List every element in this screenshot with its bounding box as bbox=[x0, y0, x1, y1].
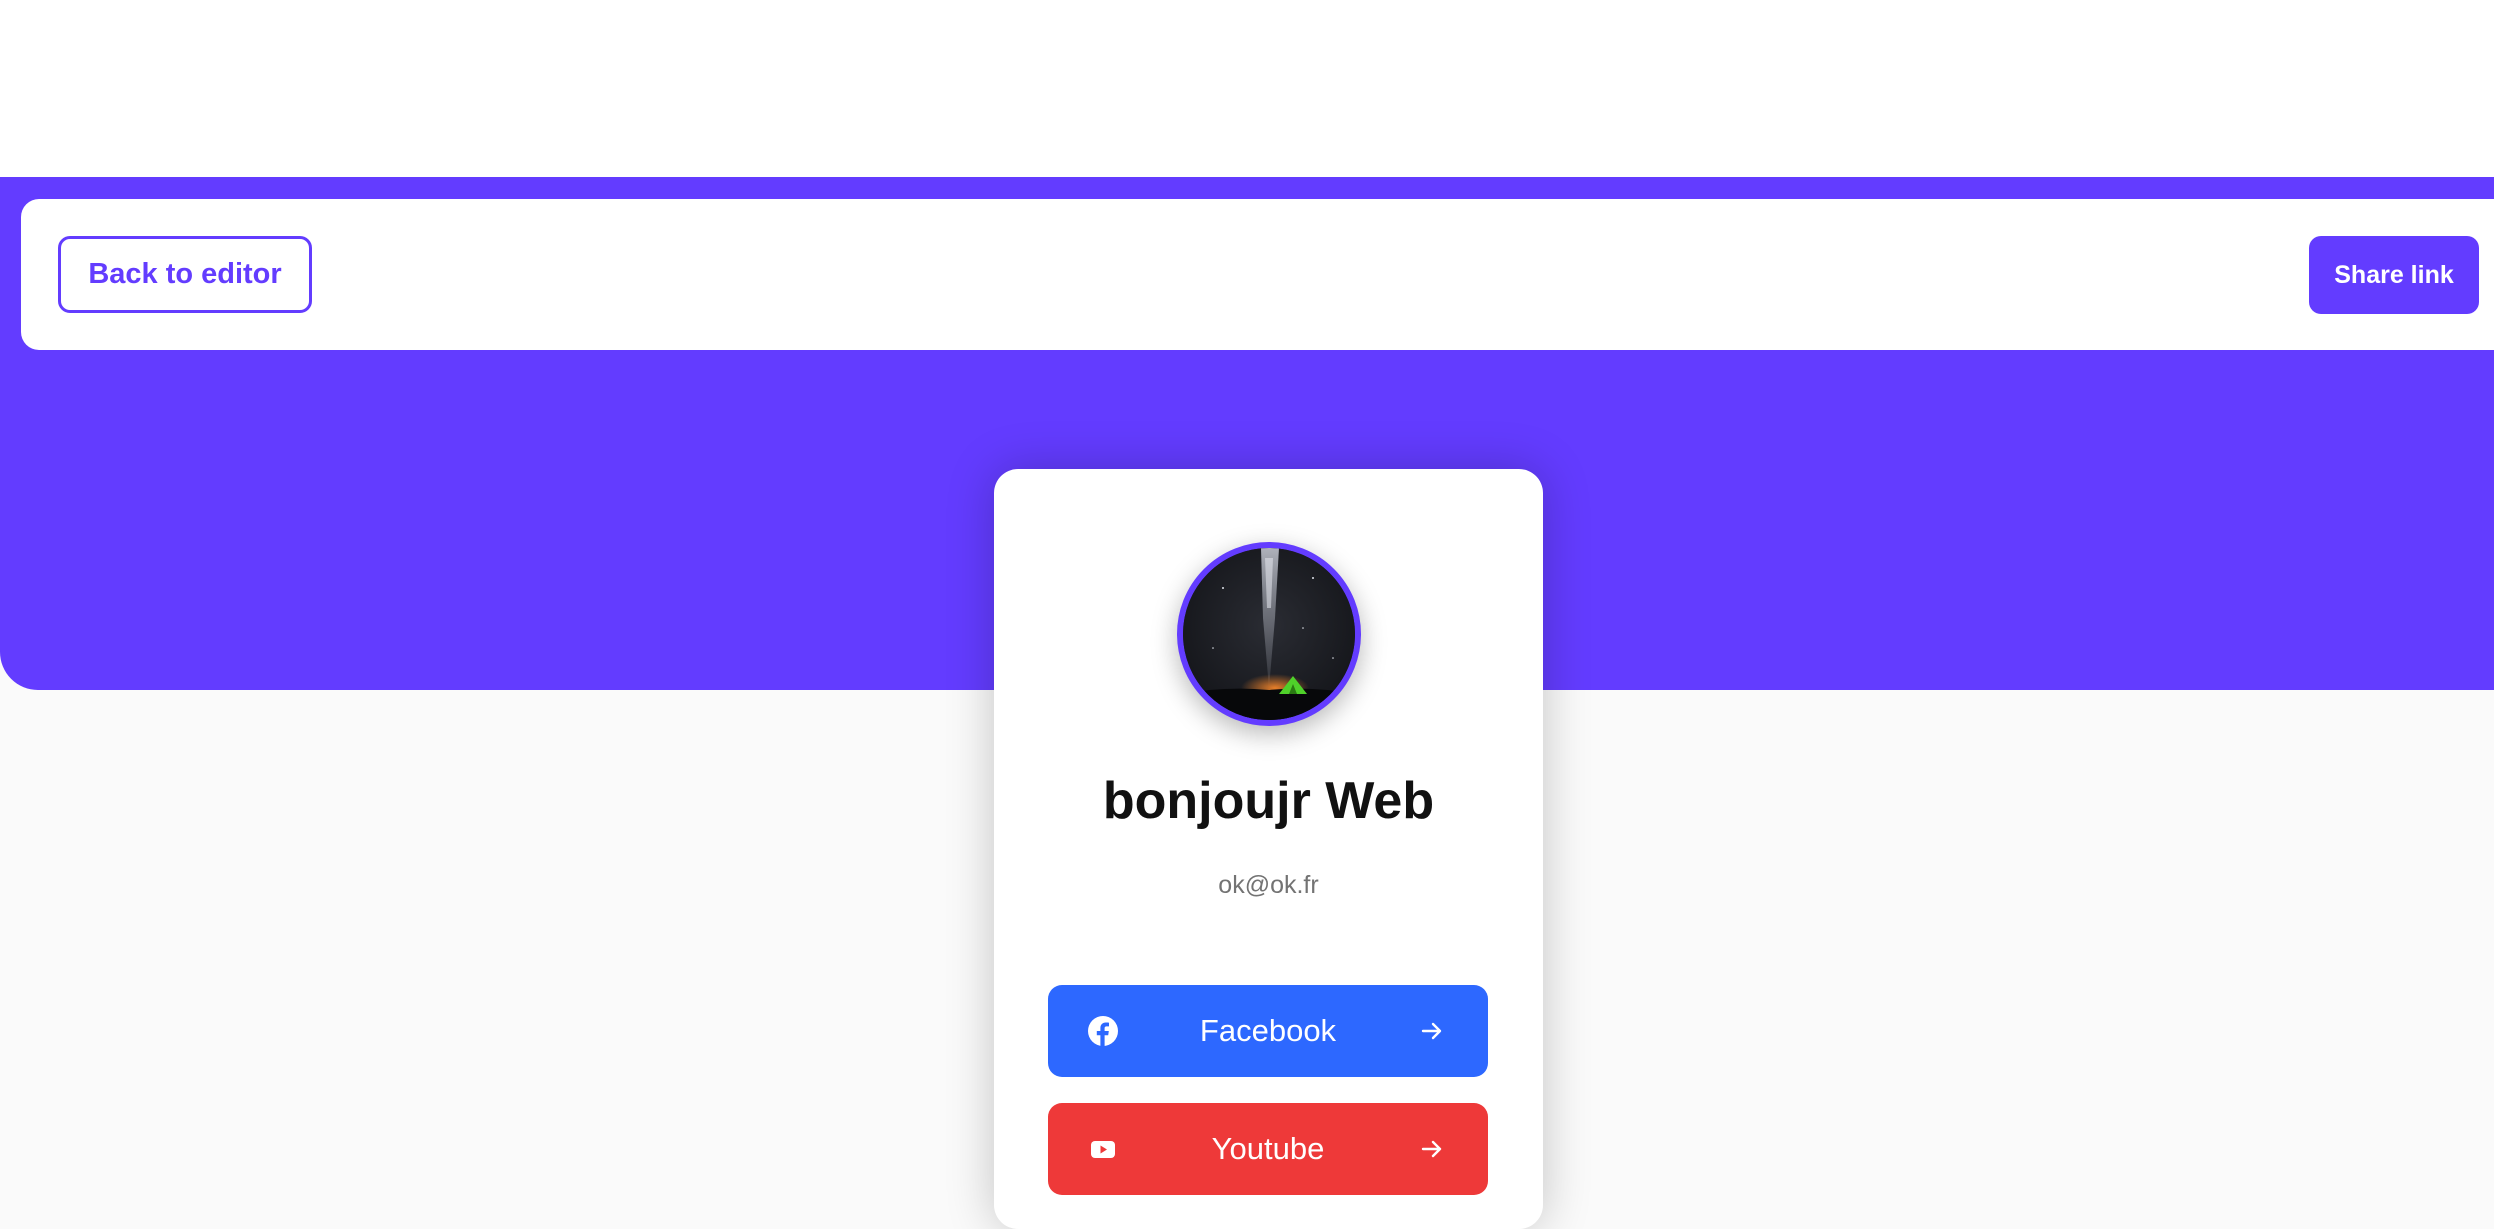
link-youtube[interactable]: Youtube bbox=[1048, 1103, 1488, 1195]
profile-email: ok@ok.fr bbox=[1218, 871, 1319, 899]
share-link-button[interactable]: Share link bbox=[2309, 236, 2479, 314]
avatar-photo bbox=[1183, 548, 1355, 720]
preview-navbar: Back to editor Share link bbox=[21, 199, 2494, 350]
avatar bbox=[1177, 542, 1361, 726]
profile-card: bonjoujr Web ok@ok.fr Facebook Youtube bbox=[994, 469, 1543, 1229]
back-to-editor-button[interactable]: Back to editor bbox=[58, 236, 312, 313]
top-spacer bbox=[0, 0, 2494, 177]
arrow-right-icon bbox=[1421, 1022, 1442, 1040]
arrow-right-icon bbox=[1421, 1140, 1442, 1158]
link-facebook[interactable]: Facebook bbox=[1048, 985, 1488, 1077]
profile-name: bonjoujr Web bbox=[1102, 772, 1435, 830]
